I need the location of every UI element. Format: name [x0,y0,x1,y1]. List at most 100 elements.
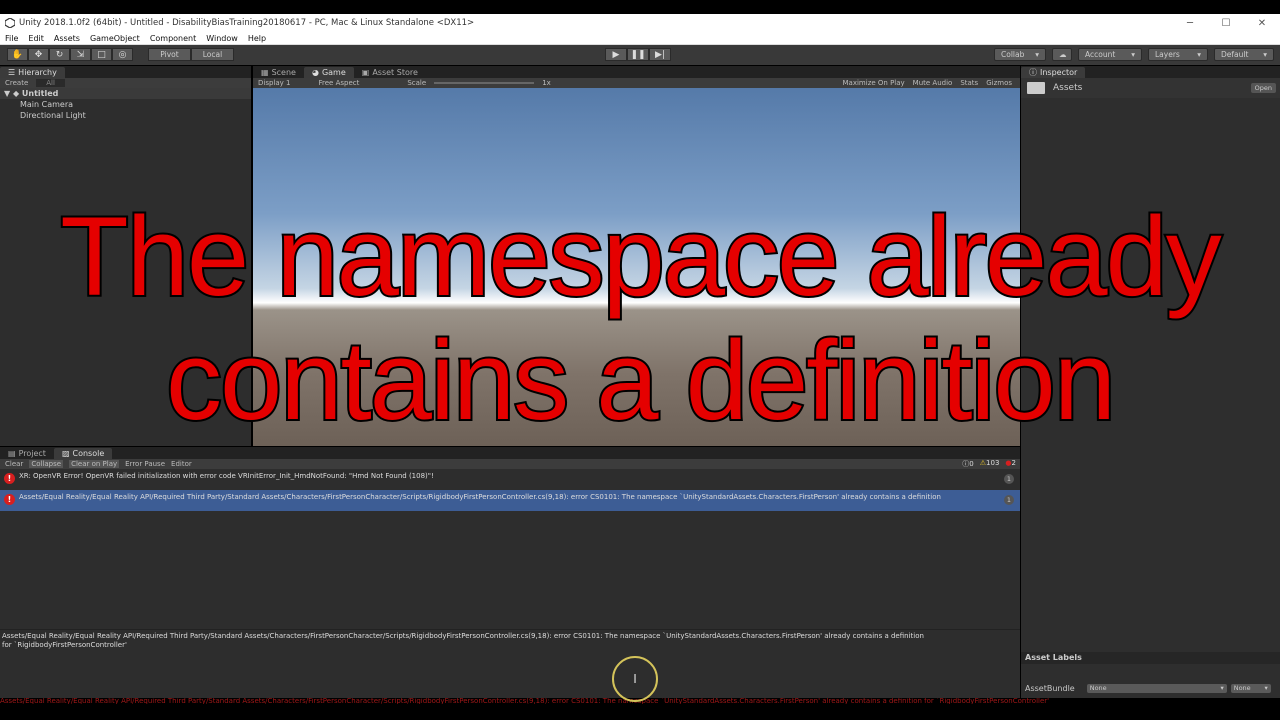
maximize-on-play-toggle[interactable]: Maximize On Play [843,79,905,87]
gizmos-dropdown[interactable]: Gizmos [986,79,1020,87]
aspect-dropdown[interactable]: Free Aspect [318,79,359,87]
pause-icon[interactable]: ❚❚ [627,48,649,61]
folder-small-icon: ▤ [8,449,16,458]
menu-bar: File Edit Assets GameObject Component Wi… [0,32,1280,45]
asset-bundle-dropdown[interactable]: None ▾ [1086,683,1227,693]
warning-count-toggle[interactable]: ⚠103 [980,459,1000,469]
scale-tool-icon[interactable]: ⇲ [70,48,91,61]
scale-slider[interactable] [434,82,535,84]
tab-label: Project [18,449,46,458]
game-viewport[interactable] [253,88,1020,446]
account-dropdown[interactable]: Account ▾ [1078,48,1142,61]
tab-label: Console [72,449,105,458]
console-icon: ▨ [61,449,70,458]
tab-hierarchy[interactable]: ☰ Hierarchy [0,67,65,78]
menu-assets[interactable]: Assets [49,34,85,43]
clear-button[interactable]: Clear [5,460,23,468]
grid-icon: ▦ [261,68,269,77]
hierarchy-item-main-camera[interactable]: Main Camera [0,99,251,110]
console-log-row-selected[interactable]: ! Assets/Equal Reality/Equal Reality API… [0,490,1020,511]
list-icon: ☰ [8,68,16,77]
step-icon[interactable]: ▶| [649,48,671,61]
menu-edit[interactable]: Edit [23,34,49,43]
error-count-toggle[interactable]: ●2 [1005,459,1016,469]
window-title: Unity 2018.1.0f2 (64bit) - Untitled - Di… [19,18,475,28]
scene-name: Untitled [21,89,59,98]
layers-label: Layers [1155,50,1180,59]
minimize-icon[interactable]: ─ [1172,18,1208,29]
folder-icon [1027,82,1045,94]
tab-label: Scene [271,68,296,77]
hierarchy-search-input[interactable]: All [36,79,65,87]
display-dropdown[interactable]: Display 1 [258,79,290,87]
asset-bundle-value: None [1089,684,1107,692]
inspector-panel: ⓘ Inspector Assets Open Asset Labels Asse… [1021,66,1280,698]
move-tool-icon[interactable]: ✥ [28,48,49,61]
console-panel: ▤ Project ▨ Console Clear Collapse Clear o… [0,447,1020,698]
log-message: XR: OpenVR Error! OpenVR failed initiali… [19,472,434,480]
tab-label: Game [321,68,346,77]
clear-on-play-toggle[interactable]: Clear on Play [69,460,120,468]
window-titlebar: Unity 2018.1.0f2 (64bit) - Untitled - Di… [0,14,1280,32]
hand-tool-icon[interactable]: ✋ [7,48,28,61]
detail-line: Assets/Equal Reality/Equal Reality API/R… [2,632,924,640]
menu-help[interactable]: Help [243,34,271,43]
rotate-tool-icon[interactable]: ↻ [49,48,70,61]
log-count-badge: 1 [1004,495,1014,505]
console-detail: Assets/Equal Reality/Equal Reality API/R… [0,629,1020,651]
scale-label: Scale [407,79,427,87]
asset-variant-dropdown[interactable]: None ▾ [1230,683,1271,693]
scene-row[interactable]: ▼ ◆ Untitled [0,88,251,99]
store-icon: ▣ [361,68,370,77]
open-button[interactable]: Open [1250,83,1276,93]
detail-line: for `RigidbodyFirstPersonController' [2,640,127,649]
top-letterbox [0,0,1280,14]
unity-scene-icon: ▼ ◆ [4,89,22,98]
menu-window[interactable]: Window [201,34,243,43]
error-count: 2 [1011,459,1016,467]
tab-label: Asset Store [372,68,418,77]
pivot-toggle[interactable]: Pivot [148,48,191,61]
hierarchy-panel: ☰ Hierarchy Create All ▼ ◆ Untitled Main … [0,66,251,446]
tab-game[interactable]: ◕ Game [303,67,354,78]
tab-scene[interactable]: ▦ Scene [253,67,304,78]
tab-inspector[interactable]: ⓘ Inspector [1021,67,1086,78]
collab-dropdown[interactable]: Collab ▾ [994,48,1046,61]
create-button[interactable]: Create [5,79,28,87]
tab-project[interactable]: ▤ Project [0,448,54,459]
tab-asset-store[interactable]: ▣ Asset Store [354,67,426,78]
layout-dropdown[interactable]: Default ▾ [1214,48,1274,61]
menu-component[interactable]: Component [145,34,201,43]
maximize-icon[interactable]: ☐ [1208,18,1244,29]
hierarchy-item-directional-light[interactable]: Directional Light [0,110,251,121]
layers-dropdown[interactable]: Layers ▾ [1148,48,1208,61]
asset-name: Assets [1053,83,1083,93]
asset-bundle-label: AssetBundle [1025,683,1075,693]
editor-dropdown[interactable]: Editor [171,460,192,468]
menu-file[interactable]: File [0,34,23,43]
console-log-row[interactable]: ! XR: OpenVR Error! OpenVR failed initia… [0,469,1020,490]
local-toggle[interactable]: Local [191,48,234,61]
asset-variant-value: None [1233,684,1251,692]
game-panel: ▦ Scene ◕ Game ▣ Asset Store Display 1 Free… [253,66,1020,446]
rect-tool-icon[interactable]: □ [91,48,112,61]
close-icon[interactable]: ✕ [1244,18,1280,29]
menu-gameobject[interactable]: GameObject [85,34,145,43]
stats-toggle[interactable]: Stats [960,79,978,87]
chevron-down-icon: ▾ [1035,50,1039,59]
info-icon: ⓘ [1029,68,1037,77]
layout-label: Default [1221,50,1249,59]
main-toolbar: ✋ ✥ ↻ ⇲ □ ◎ Pivot Local ▶ ❚❚ ▶| Collab ▾ … [0,45,1280,65]
info-count-toggle[interactable]: ⓘ0 [962,459,973,469]
collapse-toggle[interactable]: Collapse [29,460,64,468]
error-icon: ! [4,473,15,484]
pacman-icon: ◕ [311,68,319,77]
account-label: Account [1085,50,1116,59]
mute-audio-toggle[interactable]: Mute Audio [913,79,953,87]
warning-count: 103 [986,459,1000,467]
tab-console[interactable]: ▨ Console [53,448,113,459]
transform-tool-icon[interactable]: ◎ [112,48,133,61]
play-icon[interactable]: ▶ [605,48,627,61]
error-pause-toggle[interactable]: Error Pause [125,460,165,468]
cloud-icon[interactable]: ☁ [1052,48,1072,61]
